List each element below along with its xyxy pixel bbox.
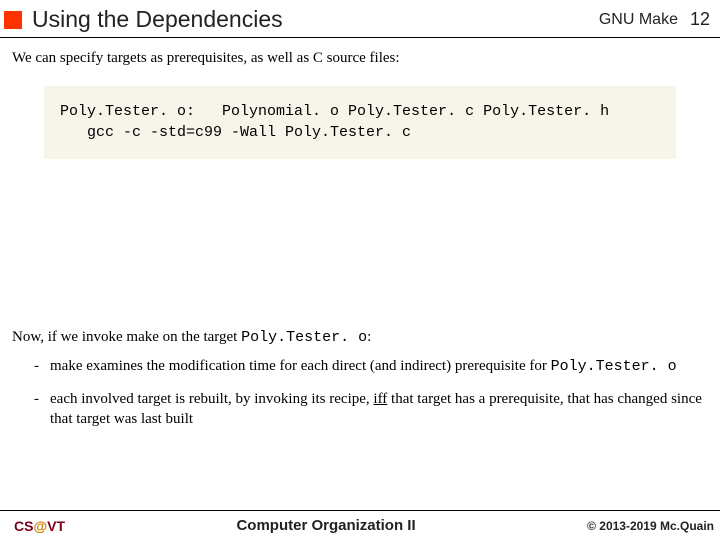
footer-at: @	[33, 518, 47, 534]
slide-number: 12	[690, 9, 710, 30]
doc-name: GNU Make	[599, 11, 678, 29]
footer-cs: CS	[14, 518, 33, 534]
bullet-iff: iff	[373, 391, 387, 407]
footer-right: © 2013-2019 Mc.Quain	[587, 519, 714, 533]
now-suffix: :	[367, 329, 371, 345]
slide-title: Using the Dependencies	[32, 6, 599, 33]
body: We can specify targets as prerequisites,…	[0, 38, 720, 430]
bullet-mono: Poly.Tester. o	[551, 358, 677, 375]
header: Using the Dependencies GNU Make 12	[0, 0, 720, 37]
now-text: Now, if we invoke make on the target Pol…	[12, 329, 708, 346]
bullet-text: each involved target is rebuilt, by invo…	[50, 391, 373, 407]
footer-vt: VT	[47, 518, 65, 534]
footer: CS@VT Computer Organization II © 2013-20…	[0, 510, 720, 540]
bullet-text: make examines the modification time for …	[50, 358, 551, 374]
intro-text: We can specify targets as prerequisites,…	[12, 48, 708, 68]
list-item: each involved target is rebuilt, by invo…	[34, 389, 708, 430]
slide: Using the Dependencies GNU Make 12 We ca…	[0, 0, 720, 540]
footer-left: CS@VT	[14, 518, 65, 534]
now-paragraph: Now, if we invoke make on the target Pol…	[12, 329, 708, 430]
bullet-list: make examines the modification time for …	[34, 356, 708, 430]
footer-row: CS@VT Computer Organization II © 2013-20…	[0, 511, 720, 540]
now-prefix: Now, if we invoke make on the target	[12, 329, 241, 345]
now-target: Poly.Tester. o	[241, 329, 367, 346]
list-item: make examines the modification time for …	[34, 356, 708, 377]
code-block: Poly.Tester. o: Polynomial. o Poly.Teste…	[44, 86, 676, 159]
title-bullet-icon	[4, 11, 22, 29]
code-content: Poly.Tester. o: Polynomial. o Poly.Teste…	[60, 102, 660, 143]
footer-center: Computer Organization II	[65, 517, 587, 534]
